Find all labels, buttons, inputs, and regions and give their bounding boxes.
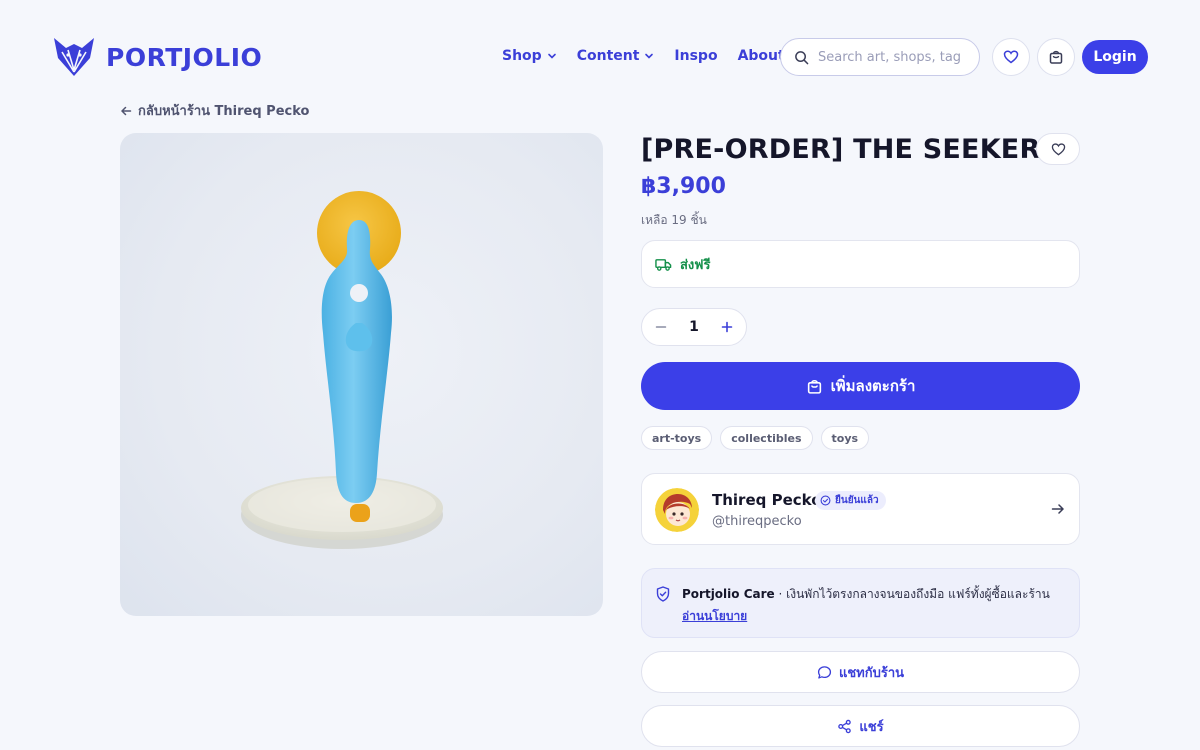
verified-label: ยืนยันแล้ว [835,495,879,506]
chat-bubble-icon [817,665,832,679]
care-detail: · เงินพักไว้ตรงกลางจนของถึงมือ แฟร์ทั้งผ… [774,587,1050,601]
heart-icon [1051,142,1065,155]
chat-label: แชทกับร้าน [838,665,905,681]
arrow-right-icon [1051,504,1064,514]
shopping-bag-icon [1049,50,1063,64]
share-button[interactable]: แชร์ [641,705,1080,747]
product-title: [PRE-ORDER] THE SEEKER [641,134,1041,165]
login-button[interactable]: Login [1082,40,1148,74]
share-label: แชร์ [859,719,884,735]
nav-inspo-label: Inspo [674,48,718,64]
fox-logo-icon [54,38,94,76]
free-shipping-label: ส่งฟรี [680,257,711,273]
heart-icon [1003,50,1019,64]
shopping-bag-icon [807,379,821,394]
care-description: Portjolio Care · เงินพักไว้ตรงกลางจนของถ… [682,585,1050,604]
back-to-shop-link[interactable]: กลับหน้าร้าน Thireq Pecko [120,100,309,121]
stock-remaining: เหลือ 19 ชิ้น [641,213,707,227]
product-image[interactable] [120,133,603,616]
search-icon [795,50,809,64]
search-box[interactable] [780,38,980,76]
share-icon [838,719,852,733]
cart-button[interactable] [1037,38,1075,76]
add-to-cart-button[interactable]: เพิ่มลงตะกร้า [641,362,1080,410]
shop-name: Thireq Pecko [712,491,822,509]
truck-icon [655,258,672,271]
quantity-value[interactable]: 1 [689,319,699,335]
check-circle-icon [820,495,831,506]
nav-shop[interactable]: Shop [502,48,557,64]
decrease-quantity-button[interactable] [654,320,668,334]
chat-with-shop-button[interactable]: แชทกับร้าน [641,651,1080,693]
nav-content[interactable]: Content [577,48,655,64]
product-price: ฿3,900 [641,174,726,199]
tag-chip[interactable]: collectibles [720,426,813,450]
shop-avatar [655,488,699,532]
brand-logo[interactable]: PORTJOLIO [52,36,262,78]
quantity-stepper: 1 [641,308,747,346]
nav-shop-label: Shop [502,48,542,64]
tag-chip[interactable]: art-toys [641,426,713,450]
shop-card[interactable]: Thireq Pecko ยืนยันแล้ว @thireqpecko [641,473,1080,545]
buyer-protection-box: Portjolio Care · เงินพักไว้ตรงกลางจนของถ… [641,568,1080,638]
brand-name: PORTJOLIO [106,42,263,72]
nav-content-label: Content [576,48,640,64]
product-photo [241,191,443,549]
arrow-left-icon [121,106,132,115]
read-policy-link[interactable]: อ่านนโยบาย [682,607,747,626]
back-link-label: กลับหน้าร้าน Thireq Pecko [138,104,310,119]
shipping-info: ส่งฟรี [641,240,1080,288]
minus-icon [655,326,667,328]
nav-inspo[interactable]: Inspo [674,48,717,64]
chevron-down-icon [645,53,654,59]
tag-chip[interactable]: toys [820,426,870,450]
product-tags: art-toys collectibles toys [641,426,870,450]
nav-about-label: About [737,48,785,64]
nav-about[interactable]: About [738,48,785,64]
verified-badge: ยืนยันแล้ว [815,491,886,510]
site-header: PORTJOLIO Shop Content Inspo About Login [0,0,1200,114]
main-nav: Shop Content Inspo About [502,48,785,64]
care-title: Portjolio Care [682,587,775,601]
chevron-down-icon [547,53,556,59]
plus-icon [721,321,733,333]
shop-handle: @thireqpecko [712,514,802,529]
wishlist-button[interactable] [992,38,1030,76]
shield-check-icon [656,586,670,602]
add-to-cart-label: เพิ่มลงตะกร้า [830,377,916,395]
search-input[interactable] [818,49,968,65]
increase-quantity-button[interactable] [720,320,734,334]
favorite-product-button[interactable] [1036,133,1080,165]
